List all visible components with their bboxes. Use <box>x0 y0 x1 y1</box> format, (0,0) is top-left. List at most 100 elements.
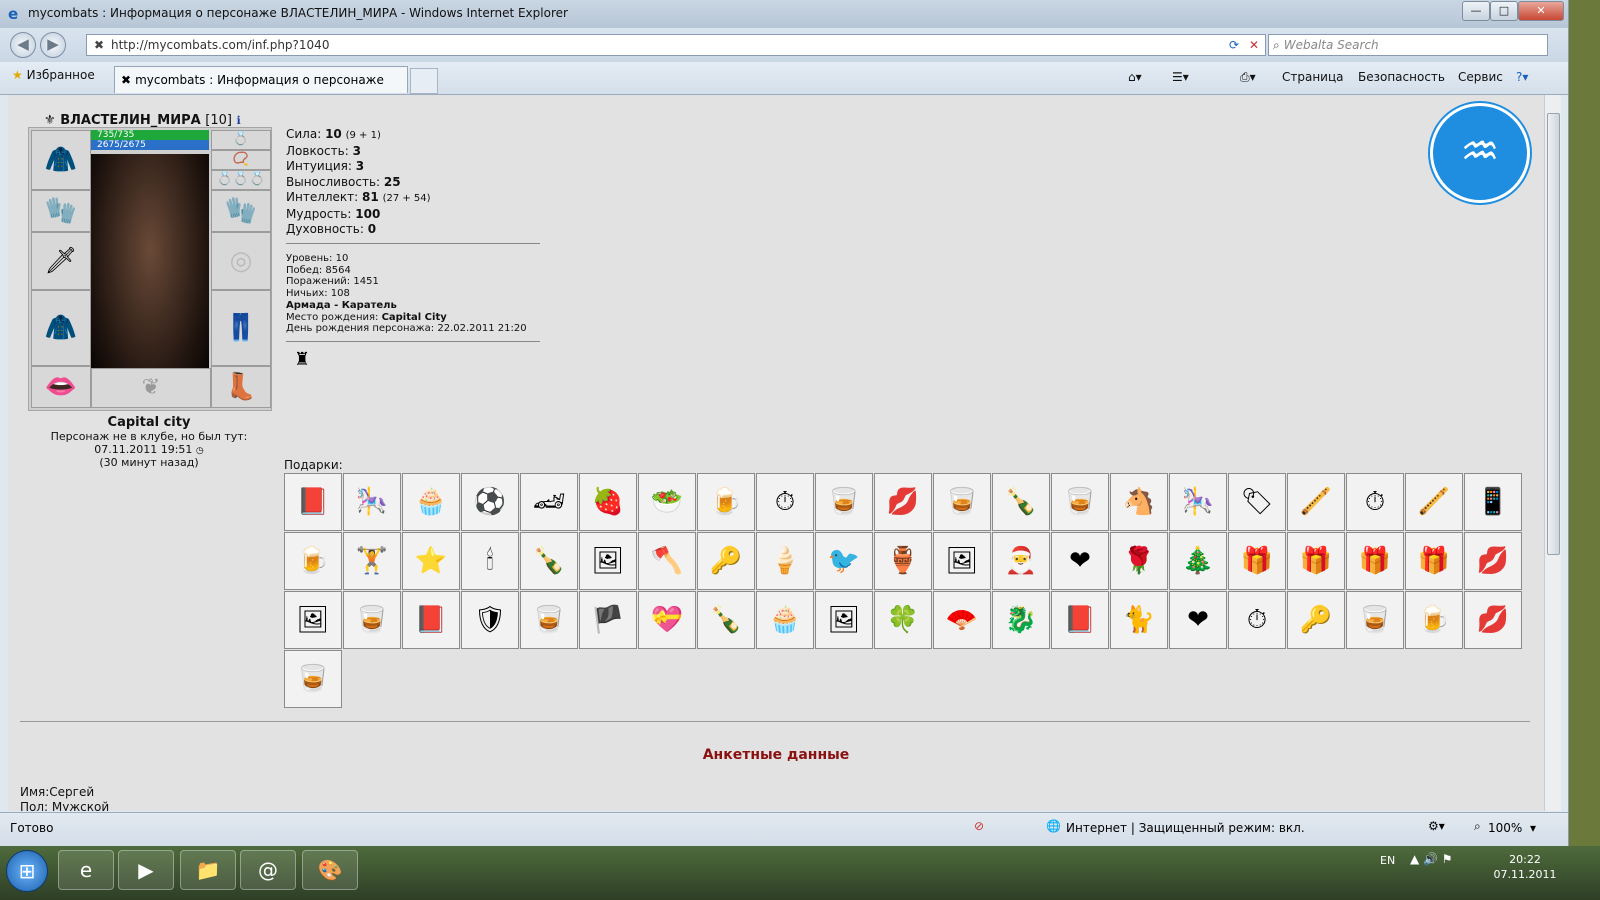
gift-item[interactable]: 🎅 <box>992 532 1050 590</box>
belt-slot[interactable]: 👄 <box>31 366 91 408</box>
gloves-slot[interactable]: 🧤 <box>211 190 271 232</box>
taskbar-explorer[interactable]: 📁 <box>180 850 236 890</box>
gift-item[interactable]: 🍺 <box>284 532 342 590</box>
feeds-icon[interactable]: ☰▾ <box>1172 70 1189 84</box>
gift-item[interactable]: 🍀 <box>874 591 932 649</box>
gift-item[interactable]: 🏺 <box>874 532 932 590</box>
info-icon[interactable]: ℹ <box>236 114 240 127</box>
gift-item[interactable]: 🐈 <box>1110 591 1168 649</box>
gift-item[interactable]: 🥃 <box>1051 473 1109 531</box>
gift-item[interactable]: 🕯 <box>461 532 519 590</box>
gift-item[interactable]: 🔑 <box>697 532 755 590</box>
gift-item[interactable]: 🪈 <box>1405 473 1463 531</box>
popup-blocker-icon[interactable]: ⊘ <box>974 819 984 833</box>
bracers-slot[interactable]: 🧤 <box>31 190 91 232</box>
gift-item[interactable]: 🪈 <box>1287 473 1345 531</box>
scrollbar-thumb[interactable] <box>1547 113 1560 555</box>
minimize-button[interactable]: — <box>1462 1 1490 21</box>
gift-item[interactable]: 🥃 <box>520 591 578 649</box>
gift-item[interactable]: 🥗 <box>638 473 696 531</box>
gift-item[interactable]: 🐴 <box>1110 473 1168 531</box>
print-icon[interactable]: ⎙▾ <box>1240 70 1256 85</box>
gift-item[interactable]: 🥃 <box>1346 591 1404 649</box>
gift-item[interactable]: 🧁 <box>756 591 814 649</box>
info-clan[interactable]: Армада - Каратель <box>286 300 527 312</box>
taskbar-ie[interactable]: e <box>58 850 114 890</box>
gift-item[interactable]: 🎄 <box>1169 532 1227 590</box>
settings-icon[interactable]: ⚙▾ <box>1428 819 1445 833</box>
help-icon[interactable]: ?▾ <box>1516 70 1528 84</box>
gift-item[interactable]: 🍺 <box>697 473 755 531</box>
gift-item[interactable]: 🥃 <box>284 650 342 708</box>
taskbar-paint[interactable]: 🎨 <box>302 850 358 890</box>
zoom-dropdown-icon[interactable]: ▾ <box>1530 821 1536 835</box>
menu-page[interactable]: Страница <box>1282 70 1344 84</box>
favorites-button[interactable]: ★ Избранное <box>12 68 95 82</box>
back-button[interactable]: ◀ <box>10 32 36 58</box>
gift-item[interactable]: 🏴 <box>579 591 637 649</box>
tray-icons[interactable]: ▲ 🔊 ⚑ <box>1410 852 1453 866</box>
taskbar-mail[interactable]: @ <box>240 850 296 890</box>
site-logo[interactable]: ♒ <box>1430 103 1530 203</box>
gift-item[interactable]: 🏎 <box>520 473 578 531</box>
gift-item[interactable]: ❤ <box>1051 532 1109 590</box>
gift-item[interactable]: 💋 <box>874 473 932 531</box>
gift-item[interactable]: 📱 <box>1464 473 1522 531</box>
url-field[interactable]: ✖ http://mycombats.com/inf.php?1040 ⟳ ✕ <box>86 34 1266 56</box>
close-button[interactable]: ✕ <box>1518 1 1564 21</box>
gift-item[interactable]: ⏱ <box>1346 473 1404 531</box>
language-indicator[interactable]: EN <box>1380 854 1395 867</box>
gift-item[interactable]: 🐦 <box>815 532 873 590</box>
gift-item[interactable]: 🍦 <box>756 532 814 590</box>
gift-item[interactable]: ⏱ <box>1228 591 1286 649</box>
gift-item[interactable]: 🎁 <box>1346 532 1404 590</box>
rings-slot[interactable]: 💍💍💍 <box>211 170 271 190</box>
stop-icon[interactable]: ✕ <box>1249 35 1259 55</box>
forward-button[interactable]: ▶ <box>40 32 66 58</box>
gift-item[interactable]: 🥃 <box>815 473 873 531</box>
gift-item[interactable]: 🍓 <box>579 473 637 531</box>
menu-tools[interactable]: Сервис <box>1458 70 1503 84</box>
badge-icon[interactable]: ♜ <box>294 349 310 370</box>
tab-active[interactable]: ✖mycombats : Информация о персонаже ВЛАС… <box>114 66 408 113</box>
gift-item[interactable]: 🛡 <box>461 591 519 649</box>
maximize-button[interactable]: □ <box>1490 1 1518 21</box>
weapon-slot[interactable]: 🗡 <box>31 232 91 290</box>
home-icon[interactable]: ⌂▾ <box>1128 70 1142 84</box>
gift-item[interactable]: 🐉 <box>992 591 1050 649</box>
gift-item[interactable]: 🎁 <box>1287 532 1345 590</box>
gift-item[interactable]: 💋 <box>1464 591 1522 649</box>
gift-item[interactable]: 💝 <box>638 591 696 649</box>
gift-item[interactable]: ⭐ <box>402 532 460 590</box>
gift-item[interactable]: 📕 <box>1051 591 1109 649</box>
start-button[interactable]: ⊞ <box>6 850 48 892</box>
gift-item[interactable]: 🧁 <box>402 473 460 531</box>
armor-slot[interactable]: 🧥 <box>31 290 91 366</box>
gift-item[interactable]: 🥃 <box>933 473 991 531</box>
gift-item[interactable]: 🏋 <box>343 532 401 590</box>
gift-item[interactable]: 🏷 <box>1228 473 1286 531</box>
gift-item[interactable]: 🖼 <box>284 591 342 649</box>
gift-item[interactable]: 🎠 <box>343 473 401 531</box>
gift-item[interactable]: ❤ <box>1169 591 1227 649</box>
taskbar-media[interactable]: ▶ <box>118 850 174 890</box>
gift-item[interactable]: 🎠 <box>1169 473 1227 531</box>
vertical-scrollbar[interactable] <box>1544 95 1561 811</box>
earrings-slot[interactable]: 💍 <box>211 130 271 150</box>
gift-item[interactable]: 🖼 <box>933 532 991 590</box>
gift-item[interactable]: 🌹 <box>1110 532 1168 590</box>
gift-item[interactable]: 🖼 <box>579 532 637 590</box>
pants-slot[interactable]: 👖 <box>211 290 271 366</box>
gift-item[interactable]: 🍾 <box>992 473 1050 531</box>
new-tab-button[interactable] <box>410 68 438 94</box>
gift-item[interactable]: 🪭 <box>933 591 991 649</box>
avatar[interactable] <box>91 154 209 394</box>
shield-slot[interactable]: ◎ <box>211 232 271 290</box>
gift-item[interactable]: 🪓 <box>638 532 696 590</box>
boots-slot[interactable]: 👢 <box>211 366 271 408</box>
zoom-level[interactable]: 100% <box>1488 821 1522 835</box>
gift-item[interactable]: 📕 <box>402 591 460 649</box>
gift-item[interactable]: 🎁 <box>1228 532 1286 590</box>
gift-item[interactable]: ⏱ <box>756 473 814 531</box>
gift-item[interactable]: 🍾 <box>520 532 578 590</box>
